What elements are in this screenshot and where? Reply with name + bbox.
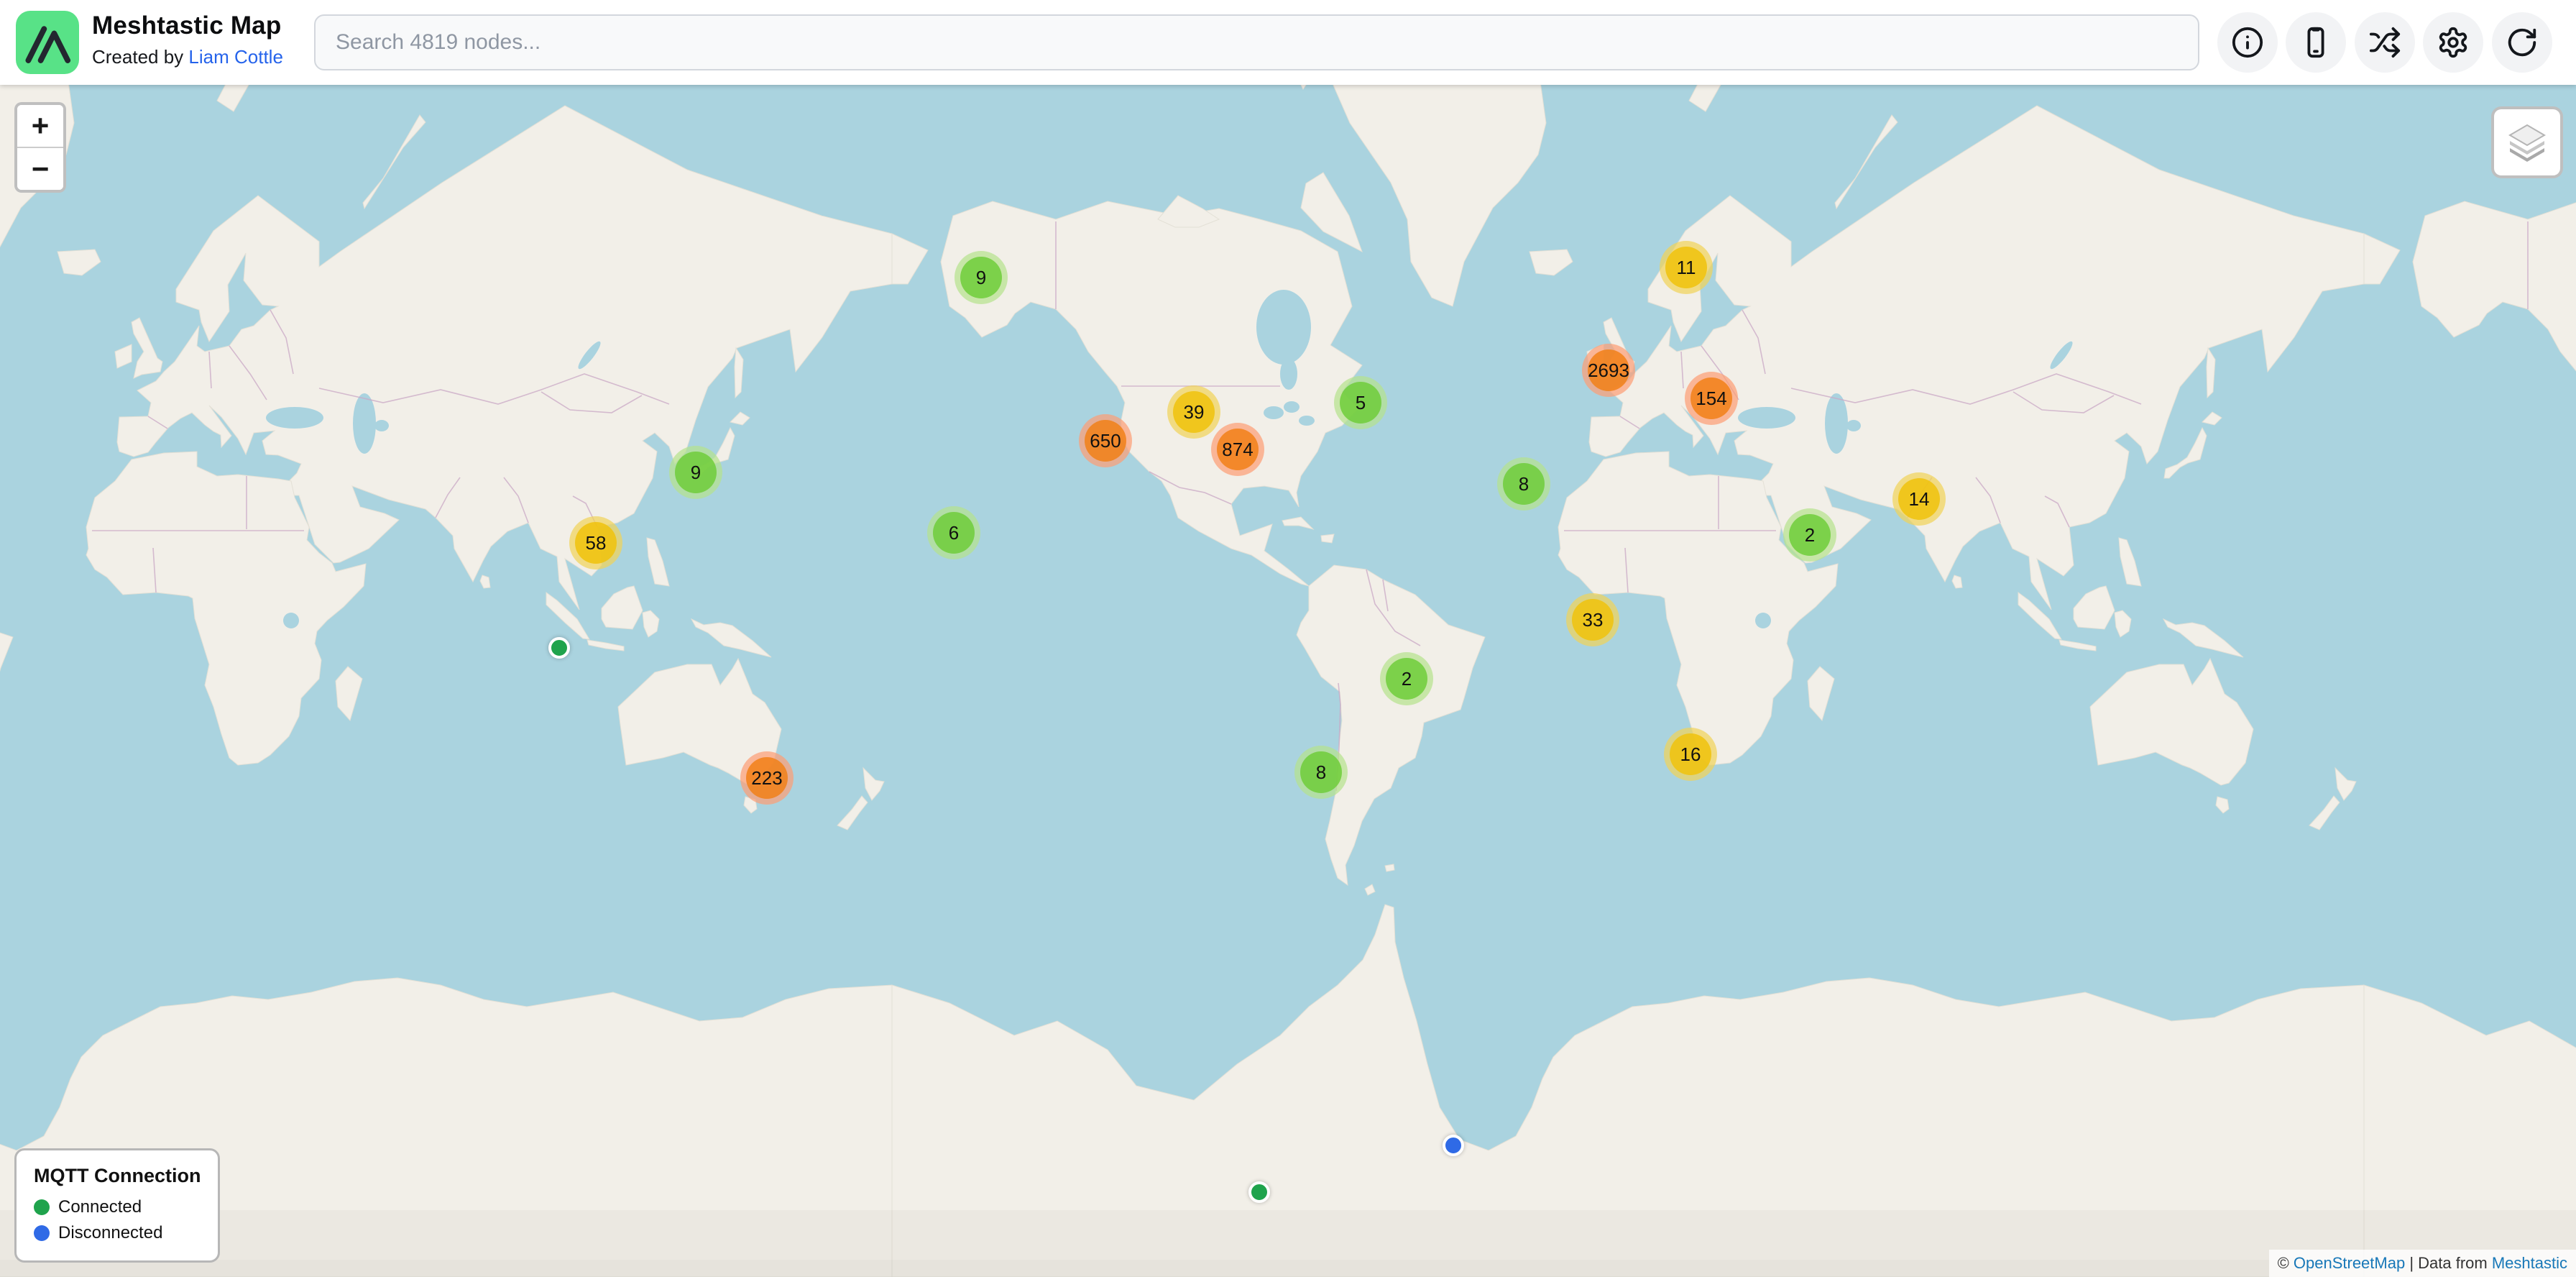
cluster-count: 8	[1316, 763, 1326, 782]
copyright-symbol: ©	[2278, 1254, 2294, 1272]
cluster-marker-inner: 9	[675, 452, 717, 493]
refresh-icon	[2506, 26, 2539, 59]
subtitle-prefix: Created by	[92, 46, 188, 68]
cluster-marker[interactable]: 16	[1664, 728, 1717, 781]
meshtastic-map-app: 9 11 2693 154 39 5 650 874 8 9 14 2 58 6 33 2 16 8 223 + −…	[0, 0, 2576, 1277]
cluster-count: 9	[976, 268, 986, 287]
legend-item-label: Connected	[58, 1197, 142, 1217]
page-subtitle: Created by Liam Cottle	[92, 46, 283, 68]
cluster-marker-inner: 2	[1386, 658, 1427, 700]
cluster-marker-inner: 9	[960, 257, 1002, 298]
legend-item-label: Disconnected	[58, 1223, 162, 1243]
liam-cottle-link[interactable]: Liam Cottle	[188, 46, 283, 68]
cluster-marker[interactable]: 58	[569, 516, 622, 569]
cluster-count: 5	[1356, 393, 1366, 412]
smartphone-icon	[2299, 26, 2332, 59]
info-button[interactable]	[2217, 12, 2278, 73]
cluster-count: 11	[1677, 258, 1696, 277]
cluster-marker[interactable]: 2	[1380, 652, 1433, 705]
cluster-marker[interactable]: 2693	[1582, 344, 1635, 397]
connected-dot-icon	[34, 1199, 50, 1215]
gear-icon	[2437, 26, 2470, 59]
cluster-count: 6	[949, 523, 959, 542]
cluster-count: 58	[586, 534, 607, 552]
legend-item-disconnected: Disconnected	[34, 1223, 201, 1243]
cluster-marker-inner: 11	[1665, 247, 1707, 288]
info-icon	[2231, 26, 2264, 59]
cluster-marker[interactable]: 2	[1783, 508, 1836, 562]
disconnected-dot-icon	[34, 1225, 50, 1241]
page-title: Meshtastic Map	[92, 12, 283, 40]
cluster-count: 650	[1090, 431, 1121, 450]
cluster-marker[interactable]: 8	[1294, 746, 1348, 799]
cluster-marker[interactable]: 14	[1892, 472, 1946, 526]
cluster-count: 33	[1583, 610, 1604, 629]
node-marker-disconnected[interactable]	[1443, 1135, 1464, 1156]
node-marker-connected[interactable]	[1248, 1181, 1270, 1203]
cluster-marker-inner: 223	[746, 757, 788, 799]
cluster-marker[interactable]: 8	[1497, 457, 1550, 511]
legend-title: MQTT Connection	[34, 1165, 201, 1187]
cluster-marker-inner: 8	[1300, 751, 1342, 793]
cluster-marker[interactable]: 39	[1167, 385, 1220, 439]
cluster-marker-inner: 58	[575, 522, 617, 564]
node-marker-connected[interactable]	[548, 637, 570, 659]
cluster-count: 8	[1519, 475, 1529, 493]
cluster-count: 16	[1680, 745, 1701, 764]
mqtt-connection-legend: MQTT Connection Connected Disconnected	[14, 1148, 220, 1263]
cluster-count: 874	[1222, 440, 1253, 459]
cluster-marker[interactable]: 650	[1079, 414, 1132, 467]
cluster-marker-inner: 5	[1340, 382, 1381, 424]
cluster-marker[interactable]: 154	[1685, 372, 1738, 425]
map-canvas[interactable]: 9 11 2693 154 39 5 650 874 8 9 14 2 58 6 33 2 16 8 223	[0, 0, 2576, 1277]
legend-item-connected: Connected	[34, 1197, 201, 1217]
cluster-marker-inner: 2	[1789, 514, 1831, 556]
cluster-marker-inner: 8	[1503, 463, 1545, 505]
layers-icon	[2504, 119, 2550, 165]
cluster-count: 39	[1184, 403, 1205, 421]
zoom-control: + −	[14, 102, 66, 193]
cluster-count: 2	[1805, 526, 1815, 544]
random-node-button[interactable]	[2355, 12, 2415, 73]
app-header: Meshtastic Map Created by Liam Cottle	[0, 0, 2576, 85]
cluster-count: 2	[1402, 669, 1412, 688]
map-attribution: © OpenStreetMap | Data from Meshtastic	[2269, 1250, 2576, 1277]
cluster-marker-inner: 650	[1085, 420, 1126, 462]
cluster-count: 14	[1909, 490, 1930, 508]
zoom-out-button[interactable]: −	[17, 147, 63, 190]
mobile-app-button[interactable]	[2286, 12, 2346, 73]
cluster-count: 2693	[1588, 361, 1629, 380]
layers-control[interactable]	[2491, 106, 2563, 178]
attribution-middle: | Data from	[2405, 1254, 2492, 1272]
cluster-marker[interactable]: 9	[954, 251, 1008, 304]
openstreetmap-link[interactable]: OpenStreetMap	[2294, 1254, 2405, 1272]
cluster-marker-inner: 154	[1690, 377, 1732, 419]
zoom-in-button[interactable]: +	[17, 105, 63, 147]
settings-button[interactable]	[2423, 12, 2483, 73]
refresh-button[interactable]	[2492, 12, 2552, 73]
cluster-marker[interactable]: 6	[927, 506, 980, 559]
cluster-marker-inner: 14	[1898, 478, 1940, 520]
cluster-count: 154	[1696, 389, 1726, 408]
cluster-marker[interactable]: 5	[1334, 376, 1387, 429]
cluster-marker[interactable]: 11	[1660, 241, 1713, 294]
cluster-marker-inner: 16	[1670, 733, 1711, 775]
map-markers-layer: 9 11 2693 154 39 5 650 874 8 9 14 2 58 6 33 2 16 8 223	[0, 0, 2576, 1277]
cluster-marker-inner: 2693	[1588, 349, 1629, 391]
cluster-count: 223	[751, 769, 782, 787]
search-input[interactable]	[314, 14, 2199, 70]
title-block: Meshtastic Map Created by Liam Cottle	[92, 12, 283, 68]
meshtastic-link[interactable]: Meshtastic	[2492, 1254, 2567, 1272]
cluster-marker[interactable]: 223	[740, 751, 794, 805]
meshtastic-logo-icon	[16, 11, 79, 74]
shuffle-icon	[2368, 26, 2401, 59]
cluster-marker-inner: 6	[933, 512, 975, 554]
cluster-marker-inner: 874	[1217, 429, 1259, 470]
cluster-marker[interactable]: 33	[1566, 593, 1619, 646]
cluster-marker[interactable]: 874	[1211, 423, 1264, 476]
cluster-marker-inner: 39	[1173, 391, 1215, 433]
cluster-marker-inner: 33	[1572, 599, 1614, 641]
cluster-count: 9	[691, 463, 701, 482]
cluster-marker[interactable]: 9	[669, 446, 722, 499]
